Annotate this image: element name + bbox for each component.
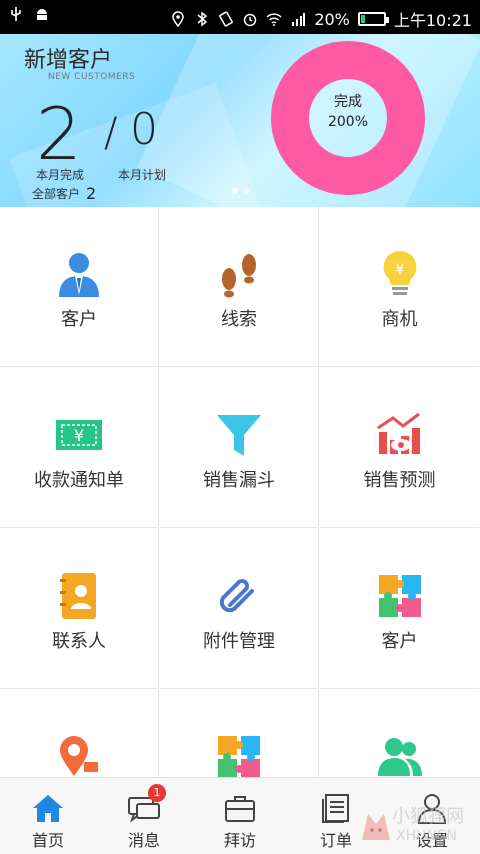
- clock: 上午10:21: [393, 11, 472, 30]
- grid-item-label: 销售预测: [363, 470, 436, 491]
- value-divider: /: [104, 110, 118, 156]
- donut-value: 200%: [327, 114, 369, 130]
- status-bar: 20% 上午10:21: [0, 0, 480, 34]
- forecast-chart-icon: [375, 410, 425, 460]
- grid-item-label: 销售漏斗: [203, 470, 275, 491]
- done-value: 2: [36, 92, 82, 176]
- grid-item-label: 商机: [381, 309, 418, 330]
- customer-icon: [54, 249, 104, 299]
- tab-message[interactable]: 1 消息: [96, 778, 192, 854]
- tab-label: 订单: [319, 831, 352, 850]
- done-label: 本月完成: [36, 168, 85, 182]
- paperclip-icon: [214, 571, 264, 621]
- tab-home[interactable]: 首页: [0, 778, 96, 854]
- puzzle-icon: [214, 732, 264, 777]
- yen-ticket-icon: ¥: [54, 410, 104, 460]
- grid-item-label: 客户: [381, 631, 418, 652]
- page-dot: [244, 188, 250, 194]
- tab-user-settings[interactable]: 设置: [384, 778, 480, 854]
- unread-badge: 1: [148, 784, 166, 802]
- tab-label: 消息: [127, 831, 160, 850]
- tab-briefcase[interactable]: 拜访: [192, 778, 288, 854]
- rotation-lock-icon: [219, 11, 234, 27]
- grid-item-label: 收款通知单: [34, 470, 124, 491]
- briefcase-icon: [222, 792, 258, 824]
- usb-icon: [11, 7, 21, 21]
- battery-percent: 20%: [314, 9, 350, 29]
- grid-item-more-9[interactable]: [0, 690, 159, 777]
- tab-document[interactable]: 订单: [288, 778, 384, 854]
- banner-title: 新增客户: [24, 48, 113, 73]
- wifi-icon: [266, 13, 282, 26]
- android-icon: [37, 9, 47, 20]
- plan-label: 本月计划: [118, 168, 167, 182]
- grid-item-customer[interactable]: 客户: [0, 207, 159, 367]
- grid-item-more-10[interactable]: [160, 690, 319, 777]
- home-icon: [30, 792, 66, 824]
- all-customers-value: 2: [86, 184, 97, 203]
- svg-text:¥: ¥: [395, 262, 404, 278]
- signal-icon: [292, 13, 306, 26]
- users-icon: [375, 732, 425, 777]
- page-dot: [232, 188, 238, 194]
- document-icon: [318, 792, 354, 824]
- grid-item-forecast-chart[interactable]: 销售预测: [320, 368, 479, 528]
- location-status-icon: [172, 11, 185, 27]
- plan-value: 0: [130, 104, 158, 155]
- grid-item-contacts-book[interactable]: 联系人: [0, 529, 159, 689]
- grid-item-footprints[interactable]: 线索: [160, 207, 319, 367]
- lightbulb-yen-icon: ¥: [375, 249, 425, 299]
- donut-text: 完成 200%: [270, 92, 426, 132]
- tab-label: 拜访: [223, 831, 256, 850]
- grid-item-lightbulb-yen[interactable]: ¥ 商机: [320, 207, 479, 367]
- page-indicator: [232, 188, 250, 194]
- battery-icon: [357, 12, 389, 26]
- grid-item-label: 附件管理: [203, 631, 275, 652]
- grid-item-label: 客户: [61, 309, 97, 330]
- bluetooth-icon: [197, 11, 208, 27]
- donut-label: 完成: [334, 94, 362, 110]
- all-customers: 全部客户 2: [32, 184, 96, 203]
- grid-item-funnel[interactable]: 销售漏斗: [160, 368, 319, 528]
- bottom-tab-bar: 首页 1 消息 拜访 订单 设置: [0, 777, 480, 854]
- grid-item-yen-ticket[interactable]: ¥ 收款通知单: [0, 368, 159, 528]
- user-settings-icon: [414, 792, 450, 824]
- banner-subtitle: NEW CUSTOMERS: [48, 72, 136, 82]
- svg-text:¥: ¥: [74, 426, 84, 445]
- funnel-icon: [214, 410, 264, 460]
- contacts-book-icon: [54, 571, 104, 621]
- grid-item-label: 线索: [221, 309, 257, 330]
- feature-grid: 客户 线索 ¥ 商机 ¥ 收款通知单 销售漏斗 销售预测联系人 附件管理 客户: [0, 207, 480, 777]
- alarm-icon: [244, 13, 257, 27]
- tab-label: 首页: [31, 831, 64, 850]
- location-icon: [54, 732, 104, 777]
- grid-item-label: 联系人: [52, 631, 106, 652]
- puzzle-icon: [375, 571, 425, 621]
- grid-item-more-11[interactable]: [320, 690, 479, 777]
- grid-item-paperclip[interactable]: 附件管理: [160, 529, 319, 689]
- tab-label: 设置: [415, 831, 448, 850]
- new-customers-banner[interactable]: 新增客户 NEW CUSTOMERS 2 / 0 本月完成 本月计划 全部客户 …: [0, 34, 480, 207]
- all-customers-label: 全部客户: [32, 187, 81, 201]
- grid-item-puzzle[interactable]: 客户: [320, 529, 479, 689]
- footprints-icon: [214, 249, 264, 299]
